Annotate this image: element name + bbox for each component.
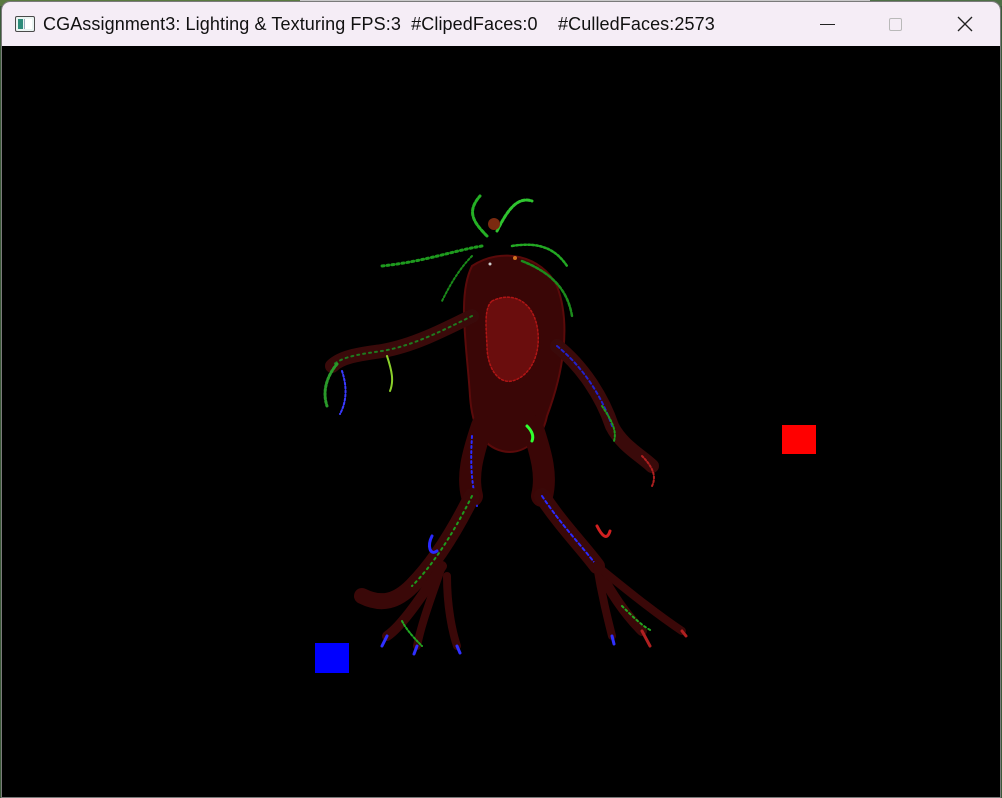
title-bar[interactable]: CGAssignment3: Lighting & Texturing FPS:… — [2, 2, 1000, 46]
scene-canvas — [315, 194, 816, 673]
app-icon — [15, 16, 35, 32]
red-light-cube — [782, 425, 816, 454]
app-window: CGAssignment3: Lighting & Texturing FPS:… — [2, 2, 1000, 797]
minimize-icon — [819, 23, 835, 25]
blue-light-cube — [315, 643, 349, 673]
minimize-button[interactable] — [792, 2, 862, 46]
window-title: CGAssignment3: Lighting & Texturing FPS:… — [43, 13, 715, 34]
close-icon — [957, 16, 973, 32]
maximize-button[interactable] — [860, 2, 930, 46]
render-viewport[interactable] — [2, 46, 1000, 797]
close-button[interactable] — [930, 2, 1000, 46]
textured-creature-model — [323, 194, 688, 656]
maximize-icon — [888, 17, 902, 31]
